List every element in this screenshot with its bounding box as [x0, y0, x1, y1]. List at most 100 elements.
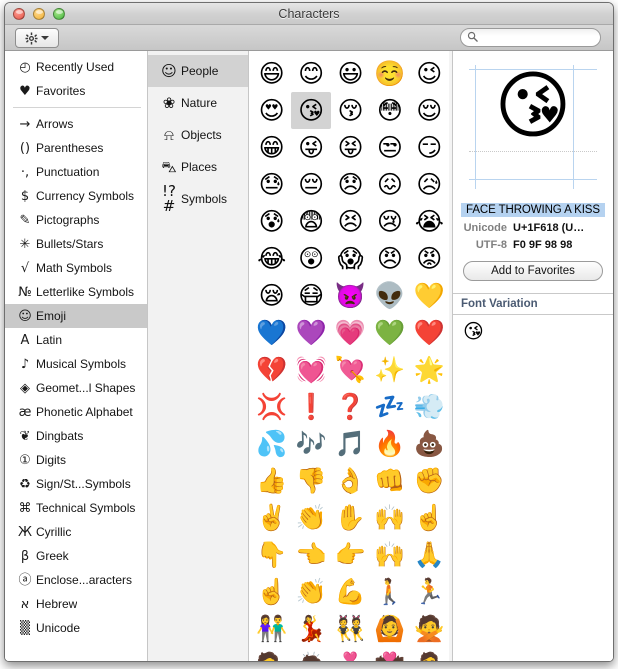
emoji-cell[interactable]: 👌: [331, 462, 370, 499]
emoji-cell[interactable]: 😝: [331, 129, 370, 166]
category-item-people[interactable]: ☺ People: [148, 55, 248, 87]
emoji-cell[interactable]: 🙎: [410, 647, 449, 661]
sidebar-item-parentheses[interactable]: () Parentheses: [5, 136, 147, 160]
emoji-cell[interactable]: 💙: [252, 314, 291, 351]
emoji-cell[interactable]: 😢: [370, 203, 409, 240]
emoji-cell[interactable]: 😲: [291, 240, 330, 277]
emoji-cell[interactable]: 😳: [370, 92, 409, 129]
emoji-cell[interactable]: 🎵: [331, 425, 370, 462]
sidebar-item-punctuation[interactable]: ·, Punctuation: [5, 160, 147, 184]
emoji-cell[interactable]: 💗: [331, 314, 370, 351]
emoji-cell[interactable]: 😓: [252, 166, 291, 203]
emoji-cell[interactable]: 💘: [331, 351, 370, 388]
search-field[interactable]: [460, 28, 601, 47]
sidebar-item-letterlike-symbols[interactable]: № Letterlike Symbols: [5, 280, 147, 304]
zoom-button[interactable]: [53, 8, 65, 20]
emoji-cell[interactable]: 😰: [252, 203, 291, 240]
sidebar-item-geomet-l-shapes[interactable]: ◈ Geomet...l Shapes: [5, 376, 147, 400]
emoji-cell[interactable]: 👯: [331, 610, 370, 647]
sidebar-item-unicode[interactable]: ▒ Unicode: [5, 616, 147, 640]
grid-scrollbar[interactable]: [449, 51, 452, 661]
emoji-cell[interactable]: 😏: [410, 129, 449, 166]
emoji-cell[interactable]: ☺️: [370, 55, 409, 92]
emoji-cell[interactable]: 😌: [410, 92, 449, 129]
sidebar-item-hebrew[interactable]: א Hebrew: [5, 592, 147, 616]
sidebar-item-latin[interactable]: A Latin: [5, 328, 147, 352]
sidebar-item-musical-symbols[interactable]: ♪ Musical Symbols: [5, 352, 147, 376]
emoji-cell[interactable]: 💁: [252, 647, 291, 661]
action-gear-button[interactable]: [15, 28, 59, 48]
emoji-cell[interactable]: 🙏: [410, 536, 449, 573]
emoji-cell[interactable]: 👏: [291, 499, 330, 536]
emoji-cell[interactable]: 😪: [252, 277, 291, 314]
emoji-cell[interactable]: 😁: [252, 129, 291, 166]
emoji-cell[interactable]: 😞: [331, 166, 370, 203]
emoji-cell[interactable]: ❗: [291, 388, 330, 425]
emoji-cell[interactable]: 👿: [331, 277, 370, 314]
emoji-cell[interactable]: 💢: [252, 388, 291, 425]
emoji-cell[interactable]: 💃: [291, 610, 330, 647]
emoji-cell[interactable]: 👽: [370, 277, 409, 314]
emoji-cell[interactable]: 😃: [331, 55, 370, 92]
emoji-cell[interactable]: 💨: [410, 388, 449, 425]
sidebar-item-recently-used[interactable]: ◴ Recently Used: [5, 55, 147, 79]
close-button[interactable]: [13, 8, 25, 20]
emoji-cell[interactable]: 😉: [410, 55, 449, 92]
emoji-cell[interactable]: 😠: [370, 240, 409, 277]
category-item-objects[interactable]: ⍾ Objects: [148, 119, 248, 151]
emoji-cell[interactable]: 😡: [410, 240, 449, 277]
sidebar-item-digits[interactable]: ① Digits: [5, 448, 147, 472]
emoji-cell[interactable]: 💤: [370, 388, 409, 425]
emoji-cell[interactable]: 💜: [291, 314, 330, 351]
subcategory-column[interactable]: ☺ People ❀ Nature ⍾ Objects ⛍ Places !?# Symbols: [148, 51, 249, 661]
category-item-places[interactable]: ⛍ Places: [148, 151, 248, 183]
emoji-cell[interactable]: 😷: [291, 277, 330, 314]
sidebar-item-greek[interactable]: β Greek: [5, 544, 147, 568]
emoji-cell[interactable]: 😂: [252, 240, 291, 277]
emoji-cell[interactable]: 😣: [331, 203, 370, 240]
emoji-cell[interactable]: 🙇: [291, 647, 330, 661]
emoji-cell[interactable]: 💚: [370, 314, 409, 351]
emoji-cell[interactable]: 😨: [291, 203, 330, 240]
sidebar-item-currency-symbols[interactable]: $ Currency Symbols: [5, 184, 147, 208]
emoji-cell[interactable]: 😒: [370, 129, 409, 166]
emoji-cell[interactable]: 🙆: [370, 610, 409, 647]
sidebar-item-technical-symbols[interactable]: ⌘ Technical Symbols: [5, 496, 147, 520]
emoji-cell[interactable]: 😱: [331, 240, 370, 277]
emoji-cell[interactable]: 🙅: [410, 610, 449, 647]
emoji-cell[interactable]: 💦: [252, 425, 291, 462]
emoji-cell[interactable]: 💓: [291, 351, 330, 388]
emoji-cell[interactable]: 👉: [331, 536, 370, 573]
emoji-cell[interactable]: 🎶: [291, 425, 330, 462]
emoji-cell[interactable]: 😔: [291, 166, 330, 203]
emoji-cell[interactable]: 😍: [252, 92, 291, 129]
emoji-cell[interactable]: ❤️: [410, 314, 449, 351]
emoji-cell[interactable]: 😘: [291, 92, 331, 129]
emoji-cell[interactable]: 😄: [252, 55, 291, 92]
emoji-cell[interactable]: 😚: [331, 92, 370, 129]
emoji-cell[interactable]: 🙌: [370, 536, 409, 573]
font-variation-list[interactable]: 😘: [453, 315, 613, 661]
emoji-cell[interactable]: 👏: [291, 573, 330, 610]
minimize-button[interactable]: [33, 8, 45, 20]
category-item-nature[interactable]: ❀ Nature: [148, 87, 248, 119]
emoji-cell[interactable]: 🚶: [370, 573, 409, 610]
font-variation-cell[interactable]: 😘: [463, 321, 613, 341]
emoji-cell[interactable]: 👊: [370, 462, 409, 499]
emoji-cell[interactable]: 👎: [291, 462, 330, 499]
emoji-cell[interactable]: 👫: [252, 610, 291, 647]
emoji-cell[interactable]: 😖: [370, 166, 409, 203]
emoji-cell[interactable]: 😜: [291, 129, 330, 166]
emoji-cell[interactable]: 🌟: [410, 351, 449, 388]
emoji-grid[interactable]: 😄 😊 😃 ☺️ 😉 😍 😘 😚 😳 😌 😁 😜 😝 😒 😏 😓 😔 😞 😖 😥 😰 😨 😣 😢 😭 😂 😲 😱 😠 😡 😪 😷 👿 👽 💛 💙 💜 💗 💚…: [249, 51, 452, 661]
emoji-cell[interactable]: 👍: [252, 462, 291, 499]
sidebar-item-enclose-aracters[interactable]: ⓐ Enclose...aracters: [5, 568, 147, 592]
sidebar-item-math-symbols[interactable]: √ Math Symbols: [5, 256, 147, 280]
emoji-cell[interactable]: 💪: [331, 573, 370, 610]
emoji-cell[interactable]: 🙌: [370, 499, 409, 536]
emoji-cell[interactable]: ✌️: [252, 499, 291, 536]
add-to-favorites-button[interactable]: Add to Favorites: [463, 261, 603, 281]
sidebar-item-cyrillic[interactable]: Ж Cyrillic: [5, 520, 147, 544]
sidebar-item-sign-st-symbols[interactable]: ♻ Sign/St...Symbols: [5, 472, 147, 496]
sidebar-item-favorites[interactable]: ♥ Favorites: [5, 79, 147, 103]
